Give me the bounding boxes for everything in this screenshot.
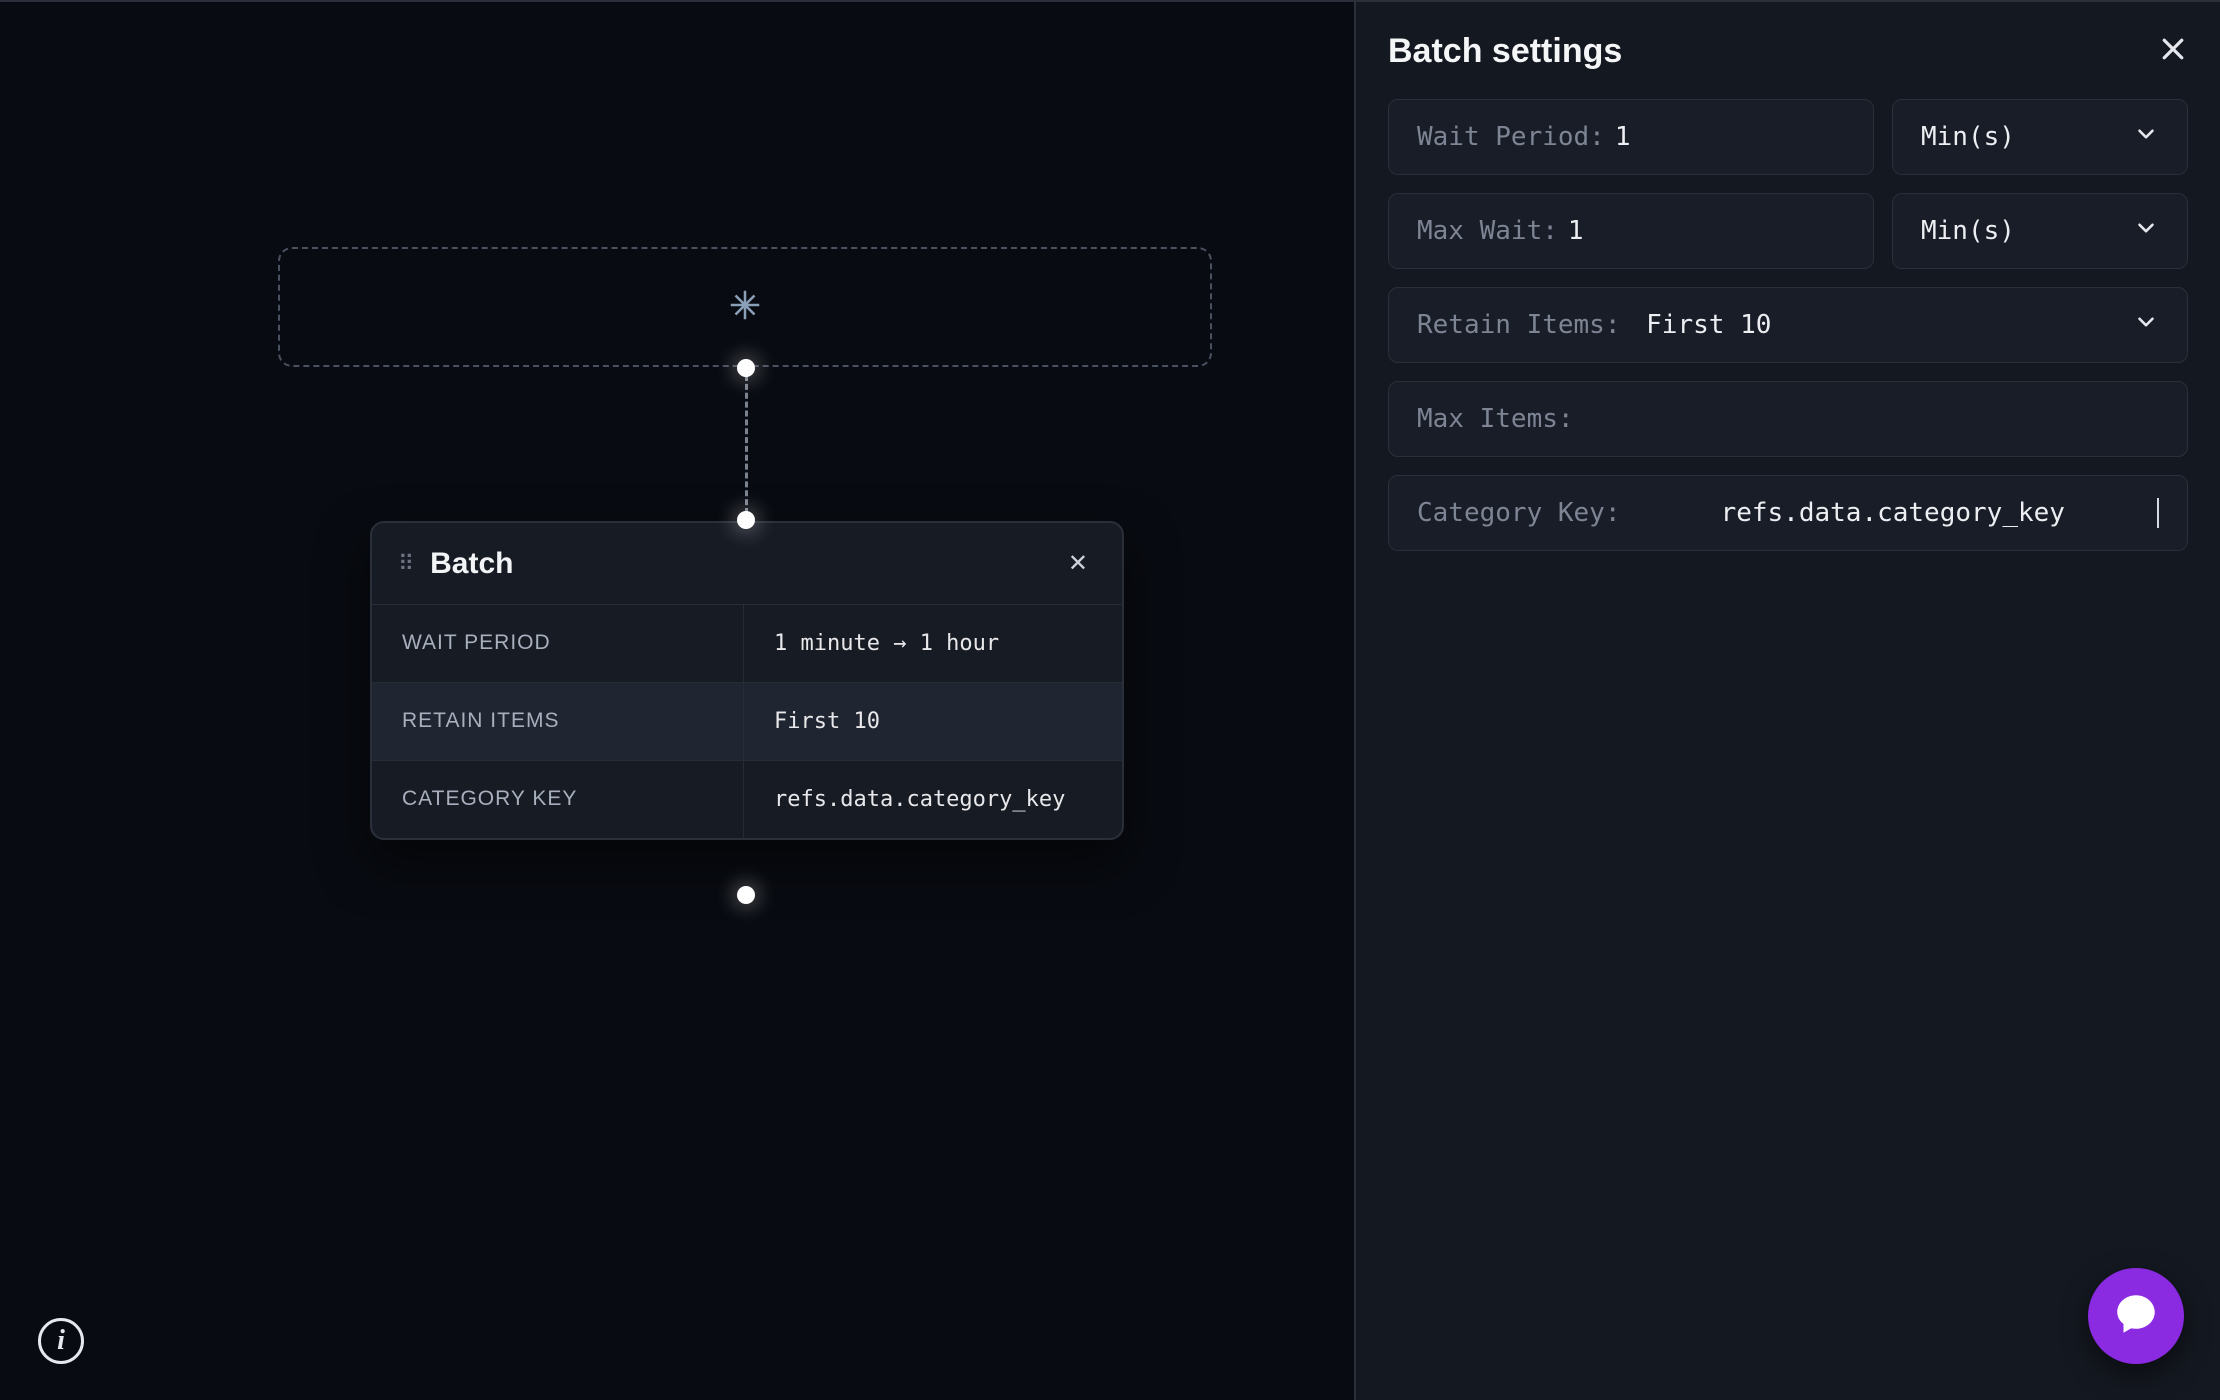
field-label: Wait Period: [1417, 122, 1605, 152]
retain-items-select[interactable]: Retain Items: First 10 [1388, 287, 2188, 363]
node-row-retain-items[interactable]: RETAIN ITEMS First 10 [372, 682, 1122, 760]
chevron-down-icon [2133, 121, 2159, 154]
wait-period-field[interactable]: Wait Period: 1 [1388, 99, 1874, 175]
field-row-retain-items: Retain Items: First 10 [1388, 287, 2188, 363]
close-icon[interactable]: ✕ [1060, 545, 1096, 582]
batch-node-title: Batch [430, 547, 1042, 581]
field-value: 1 [1568, 216, 1584, 246]
field-row-wait-period: Wait Period: 1 Min(s) [1388, 99, 2188, 175]
max-wait-field[interactable]: Max Wait: 1 [1388, 193, 1874, 269]
field-value: refs.data.category_key [1721, 498, 2065, 528]
node-value: 1 minute → 1 hour [744, 605, 1122, 682]
max-wait-unit-select[interactable]: Min(s) [1892, 193, 2188, 269]
info-button[interactable]: i [38, 1318, 84, 1364]
field-label: Max Wait: [1417, 216, 1558, 246]
unit-value: Min(s) [1921, 216, 2015, 246]
chat-icon [2111, 1289, 2161, 1344]
field-row-category-key: Category Key: refs.data.category_key [1388, 475, 2188, 551]
batch-output-port[interactable] [737, 886, 755, 904]
settings-panel: Batch settings Wait Period: 1 Min(s) Max… [1356, 0, 2220, 1400]
max-items-field[interactable]: Max Items: [1388, 381, 2188, 457]
wait-period-unit-select[interactable]: Min(s) [1892, 99, 2188, 175]
node-value: First 10 [744, 683, 1122, 760]
info-icon: i [57, 1325, 65, 1357]
batch-node-header[interactable]: ⠿ Batch ✕ [372, 523, 1122, 604]
panel-header: Batch settings [1388, 32, 2188, 71]
node-label: RETAIN ITEMS [372, 683, 744, 760]
field-label: Max Items: [1417, 404, 1574, 434]
trigger-dropzone[interactable] [278, 247, 1212, 367]
edge-trigger-to-batch [745, 375, 748, 514]
trigger-output-port[interactable] [737, 359, 755, 377]
text-caret [2157, 498, 2159, 528]
node-row-category-key[interactable]: CATEGORY KEY refs.data.category_key [372, 760, 1122, 838]
field-label: Retain Items: [1417, 310, 1621, 340]
batch-node[interactable]: ⠿ Batch ✕ WAIT PERIOD 1 minute → 1 hour … [370, 521, 1124, 840]
field-row-max-wait: Max Wait: 1 Min(s) [1388, 193, 2188, 269]
node-row-wait-period[interactable]: WAIT PERIOD 1 minute → 1 hour [372, 604, 1122, 682]
panel-title: Batch settings [1388, 32, 1622, 71]
field-row-max-items: Max Items: [1388, 381, 2188, 457]
field-value: First 10 [1646, 310, 1771, 340]
chevron-down-icon [2133, 215, 2159, 248]
app-root: ⠿ Batch ✕ WAIT PERIOD 1 minute → 1 hour … [0, 0, 2220, 1400]
sparkle-icon [726, 286, 764, 329]
batch-input-port[interactable] [737, 511, 755, 529]
drag-handle-icon[interactable]: ⠿ [398, 553, 412, 575]
category-key-field[interactable]: Category Key: refs.data.category_key [1388, 475, 2188, 551]
close-icon[interactable] [2158, 34, 2188, 69]
field-label: Category Key: [1417, 498, 1621, 528]
flow-canvas[interactable]: ⠿ Batch ✕ WAIT PERIOD 1 minute → 1 hour … [0, 0, 1356, 1400]
node-value: refs.data.category_key [744, 761, 1122, 838]
field-value: 1 [1615, 122, 1631, 152]
unit-value: Min(s) [1921, 122, 2015, 152]
chat-button[interactable] [2088, 1268, 2184, 1364]
node-label: WAIT PERIOD [372, 605, 744, 682]
node-label: CATEGORY KEY [372, 761, 744, 838]
chevron-down-icon [2133, 309, 2159, 342]
